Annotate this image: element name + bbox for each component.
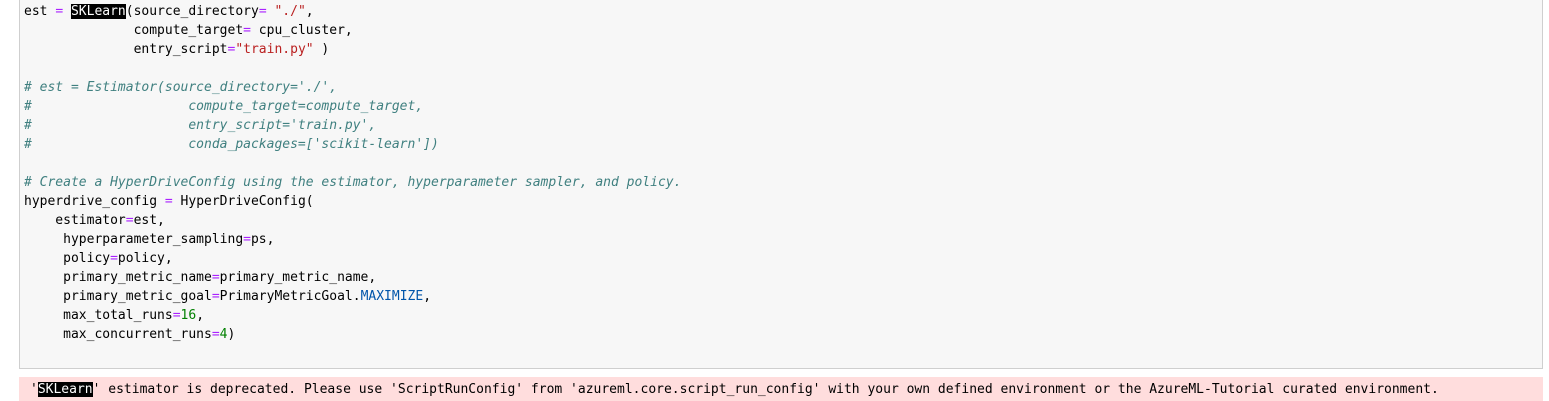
code-token: max_concurrent_runs xyxy=(24,327,212,342)
code-line: policy=policy, xyxy=(24,249,681,268)
code-token: = xyxy=(211,327,220,342)
code-token: HyperDriveConfig( xyxy=(172,194,314,209)
code-token: hyperparameter_sampling xyxy=(24,232,244,247)
code-token: max_total_runs xyxy=(24,308,173,323)
code-token: ) xyxy=(313,42,330,57)
code-editor[interactable]: est = SKLearn(source_directory= "./", co… xyxy=(24,2,681,344)
code-line: compute_target= cpu_cluster, xyxy=(24,21,681,40)
code-token: (source_directory xyxy=(125,4,259,19)
code-token: entry_script xyxy=(24,42,228,57)
warning-quote: ' xyxy=(30,382,38,397)
code-line: est = SKLearn(source_directory= "./", xyxy=(24,2,681,21)
search-highlight: SKLearn xyxy=(70,4,126,19)
code-token: hyperdrive_config xyxy=(24,194,158,209)
code-token: MAXIMIZE xyxy=(360,289,424,304)
code-token: = xyxy=(211,270,220,285)
code-token: = xyxy=(172,308,181,323)
code-token: 16 xyxy=(180,308,197,323)
code-token: PrimaryMetricGoal. xyxy=(219,289,361,304)
code-token: policy, xyxy=(117,251,173,266)
code-line: hyperparameter_sampling=ps, xyxy=(24,230,681,249)
code-comment: # Create a HyperDriveConfig using the es… xyxy=(24,175,682,190)
code-line: max_total_runs=16, xyxy=(24,306,681,325)
code-token: primary_metric_goal xyxy=(24,289,212,304)
code-token: = xyxy=(258,4,267,19)
warning-text: 'SKLearn' estimator is deprecated. Pleas… xyxy=(30,382,1439,397)
code-token: , xyxy=(423,289,432,304)
code-token: policy xyxy=(24,251,111,266)
code-token: = xyxy=(164,194,173,209)
code-token: = xyxy=(125,213,134,228)
code-line: entry_script="train.py" ) xyxy=(24,40,681,59)
code-token: = xyxy=(211,289,220,304)
code-line: max_concurrent_runs=4) xyxy=(24,325,681,344)
code-token: "./" xyxy=(266,4,306,19)
code-comment: # conda_packages=['scikit-learn']) xyxy=(24,137,439,152)
code-token: ) xyxy=(227,327,236,342)
code-token: primary_metric_name xyxy=(24,270,212,285)
code-line: primary_metric_goal=PrimaryMetricGoal.MA… xyxy=(24,287,681,306)
code-token: = xyxy=(55,4,64,19)
code-token: compute_target xyxy=(24,23,244,38)
code-token: , xyxy=(196,308,205,323)
code-token: = xyxy=(110,251,118,266)
code-token: = xyxy=(243,23,251,38)
code-line-empty xyxy=(24,154,681,173)
code-token: 4 xyxy=(219,327,228,342)
warning-message: ' estimator is deprecated. Please use 'S… xyxy=(92,382,1439,397)
search-highlight: SKLearn xyxy=(37,382,93,397)
code-token: ps, xyxy=(250,232,275,247)
code-comment: # compute_target=compute_target, xyxy=(24,99,424,114)
code-line: estimator=est, xyxy=(24,211,681,230)
code-line: primary_metric_name=primary_metric_name, xyxy=(24,268,681,287)
deprecation-warning-output: 'SKLearn' estimator is deprecated. Pleas… xyxy=(19,377,1543,401)
code-token: cpu_cluster, xyxy=(250,23,353,38)
code-line-empty xyxy=(24,59,681,78)
code-token: "train.py" xyxy=(235,42,314,57)
code-token: , xyxy=(305,4,314,19)
code-comment: # entry_script='train.py', xyxy=(24,118,377,133)
code-token: = xyxy=(243,232,251,247)
code-line: hyperdrive_config = HyperDriveConfig( xyxy=(24,192,681,211)
code-token: estimator xyxy=(24,213,126,228)
code-comment: # est = Estimator(source_directory='./', xyxy=(24,80,338,95)
code-token: est xyxy=(24,4,48,19)
code-token: primary_metric_name, xyxy=(219,270,377,285)
code-token: est, xyxy=(133,213,165,228)
